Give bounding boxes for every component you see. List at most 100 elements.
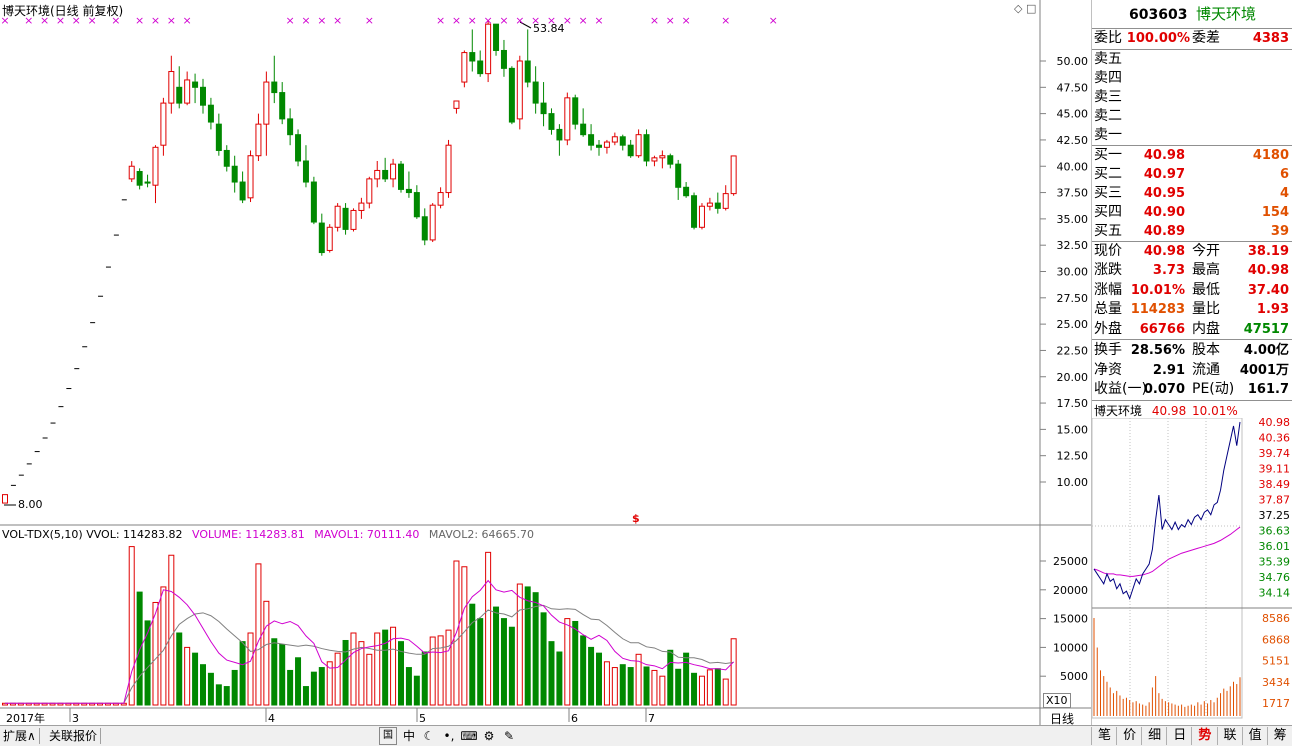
stat-row[interactable]: 外盘 66766 内盘 47517 — [1092, 320, 1292, 339]
right-tab[interactable]: 价 — [1116, 727, 1142, 745]
signal-marker: × — [286, 14, 295, 27]
vol-indicator-name[interactable]: VOL-TDX(5,10) — [2, 528, 83, 541]
window-controls[interactable]: ◇ □ — [1014, 2, 1036, 15]
mini-frame — [1092, 418, 1243, 719]
close-icon[interactable]: □ — [1026, 2, 1036, 15]
volume-bar — [279, 644, 286, 706]
moon-icon[interactable]: ☾ — [419, 727, 439, 745]
mini-price-tick: 40.98 — [1259, 418, 1291, 429]
intraday-chart[interactable]: 40.98 40.36 39.74 39.11 38.49 37.87 37.25 36.63… — [1092, 418, 1292, 725]
volume-bar — [168, 554, 175, 706]
volume-bar — [366, 653, 373, 706]
mini-volume-tick: 5151 — [1262, 655, 1290, 668]
sell-row[interactable]: 卖四 — [1092, 69, 1292, 88]
volume-bar — [184, 646, 191, 706]
price-panel[interactable]: 50.00 47.50 45.00 42.50 40.00 37.50 35.00 32.50… — [0, 14, 1089, 506]
sell-row[interactable]: 卖一 — [1092, 126, 1292, 145]
kline-chart[interactable]: 50.00 47.50 45.00 42.50 40.00 37.50 35.00 32.50… — [0, 0, 1091, 725]
stat-row[interactable]: 现价 40.98 今开 38.19 — [1092, 242, 1292, 261]
candle-down — [295, 134, 302, 162]
right-tab[interactable]: 日 — [1166, 727, 1192, 745]
signal-marker: × — [515, 14, 524, 27]
volume-panel[interactable]: 25000 20000 15000 10000 5000 — [2, 546, 1089, 706]
quote-panel: 603603 博天环境 委比 100.00% 委差 4383 卖五 卖四 卖三 卖二卖… — [1091, 0, 1292, 725]
stat-row[interactable]: 涨幅 10.01% 最低 37.40 — [1092, 281, 1292, 300]
buy-row[interactable]: 买一 40.98 4180 — [1092, 146, 1292, 165]
buy-row[interactable]: 买三 40.95 4 — [1092, 184, 1292, 203]
settings-icon[interactable]: ⚙ — [479, 727, 499, 745]
fin-row[interactable]: 净资 2.91 流通 4001万 — [1092, 361, 1292, 380]
candle-up — [358, 202, 365, 211]
signal-marker: × — [135, 14, 144, 27]
candle-up — [611, 136, 618, 143]
punctuation-icon[interactable]: •, — [439, 727, 459, 745]
volume-unit[interactable]: X10 — [1043, 693, 1071, 708]
row-value-2: 4 — [1279, 186, 1289, 201]
price-tick-label: 15.00 — [1057, 423, 1089, 436]
stat-row[interactable]: 涨跌 3.73 最高 40.98 — [1092, 261, 1292, 280]
candle-down — [477, 60, 484, 75]
volume-bar — [524, 586, 531, 706]
volume-bar — [223, 686, 230, 706]
tab-expand[interactable]: 扩展∧ — [0, 728, 40, 744]
candle-up — [659, 155, 666, 159]
row-value: 10.01% — [1130, 282, 1185, 298]
volume-bar — [548, 641, 555, 706]
row-label: 收益(一) — [1094, 381, 1147, 397]
buy-row[interactable]: 买四 40.90 154 — [1092, 203, 1292, 222]
chinese-input-icon[interactable]: 中 — [399, 727, 419, 745]
sell-row[interactable]: 卖二 — [1092, 107, 1292, 126]
right-tab[interactable]: 值 — [1241, 727, 1268, 745]
volume-bar — [461, 566, 468, 706]
mini-price-tick: 37.25 — [1259, 509, 1291, 522]
stock-header: 603603 博天环境 — [1092, 0, 1292, 28]
candle-down — [302, 160, 309, 183]
tab-related-quotes[interactable]: 关联报价 — [46, 728, 102, 744]
volume-bar — [516, 583, 523, 706]
right-tab[interactable]: 细 — [1141, 727, 1167, 745]
sell-row[interactable]: 卖五 — [1092, 50, 1292, 69]
restore-icon[interactable]: ◇ — [1014, 2, 1022, 15]
dividend-icon[interactable]: $ — [632, 512, 640, 525]
volume-tick-label: 15000 — [1053, 613, 1088, 626]
row-value-2: 4180 — [1252, 148, 1289, 163]
flag-icon[interactable]: 国 — [379, 727, 397, 745]
price-tick-label: 20.00 — [1057, 371, 1089, 384]
candle-up — [366, 178, 373, 204]
volume-bar — [318, 667, 325, 706]
candle-down — [176, 86, 183, 104]
mini-price-tick: 40.36 — [1259, 432, 1291, 445]
right-tab[interactable]: 势 — [1191, 727, 1217, 745]
volume-bar — [437, 635, 444, 706]
right-tab[interactable]: 筹 — [1266, 727, 1292, 745]
candle-down — [223, 149, 230, 167]
volume-tick-label: 25000 — [1053, 555, 1088, 568]
stat-row[interactable]: 总量 114283 量比 1.93 — [1092, 300, 1292, 319]
right-tab[interactable]: 笔 — [1091, 727, 1117, 745]
candle-down — [144, 181, 151, 184]
signal-marker: × — [151, 14, 160, 27]
keyboard-icon[interactable]: ⌨ — [459, 727, 479, 745]
buy-row[interactable]: 买五 40.89 39 — [1092, 222, 1292, 241]
volume-bar — [469, 603, 476, 706]
wrench-icon[interactable]: ✎ — [499, 727, 519, 745]
price-tick-label: 50.00 — [1057, 55, 1089, 68]
candle-up — [603, 141, 610, 148]
volume-bar — [413, 675, 420, 706]
candle-up — [706, 202, 713, 207]
price-tick-label: 42.50 — [1057, 134, 1089, 147]
candle-down — [580, 123, 587, 136]
mini-volume-tick: 6868 — [1262, 633, 1290, 646]
volume-bar — [358, 641, 365, 706]
right-tab[interactable]: 联 — [1216, 727, 1243, 745]
sell-row[interactable]: 卖三 — [1092, 88, 1292, 107]
candle-down — [619, 136, 626, 146]
fin-row[interactable]: 收益(一) 0.070 PE(动) 161.7 — [1092, 380, 1292, 399]
fin-row[interactable]: 换手 28.56% 股本 4.00亿 — [1092, 341, 1292, 360]
volume-bar — [200, 664, 206, 706]
volume-bar — [706, 669, 713, 706]
mini-price-tick: 37.87 — [1259, 494, 1291, 507]
candle-down — [215, 123, 222, 151]
buy-row[interactable]: 买二 40.97 6 — [1092, 165, 1292, 184]
signal-marker: × — [666, 14, 675, 27]
